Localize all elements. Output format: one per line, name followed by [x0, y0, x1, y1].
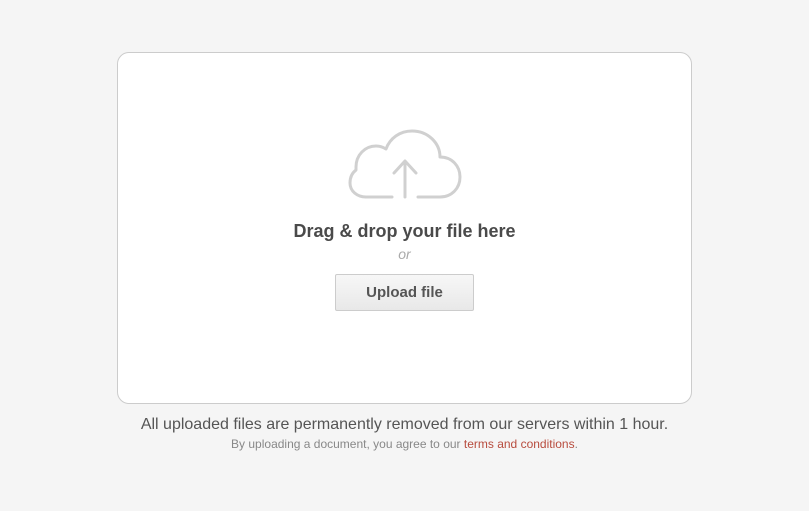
agree-prefix: By uploading a document, you agree to ou…	[231, 437, 464, 451]
removal-notice-text: All uploaded files are permanently remov…	[141, 416, 668, 434]
dropzone-or-text: or	[398, 246, 410, 262]
footer-notice-block: All uploaded files are permanently remov…	[141, 416, 668, 451]
dropzone-heading: Drag & drop your file here	[293, 221, 515, 242]
cloud-upload-icon	[346, 125, 464, 203]
upload-file-button[interactable]: Upload file	[335, 274, 474, 311]
terms-agree-line: By uploading a document, you agree to ou…	[141, 437, 668, 451]
file-dropzone[interactable]: Drag & drop your file here or Upload fil…	[117, 52, 692, 404]
terms-and-conditions-link[interactable]: terms and conditions	[464, 437, 575, 451]
agree-suffix: .	[575, 437, 578, 451]
